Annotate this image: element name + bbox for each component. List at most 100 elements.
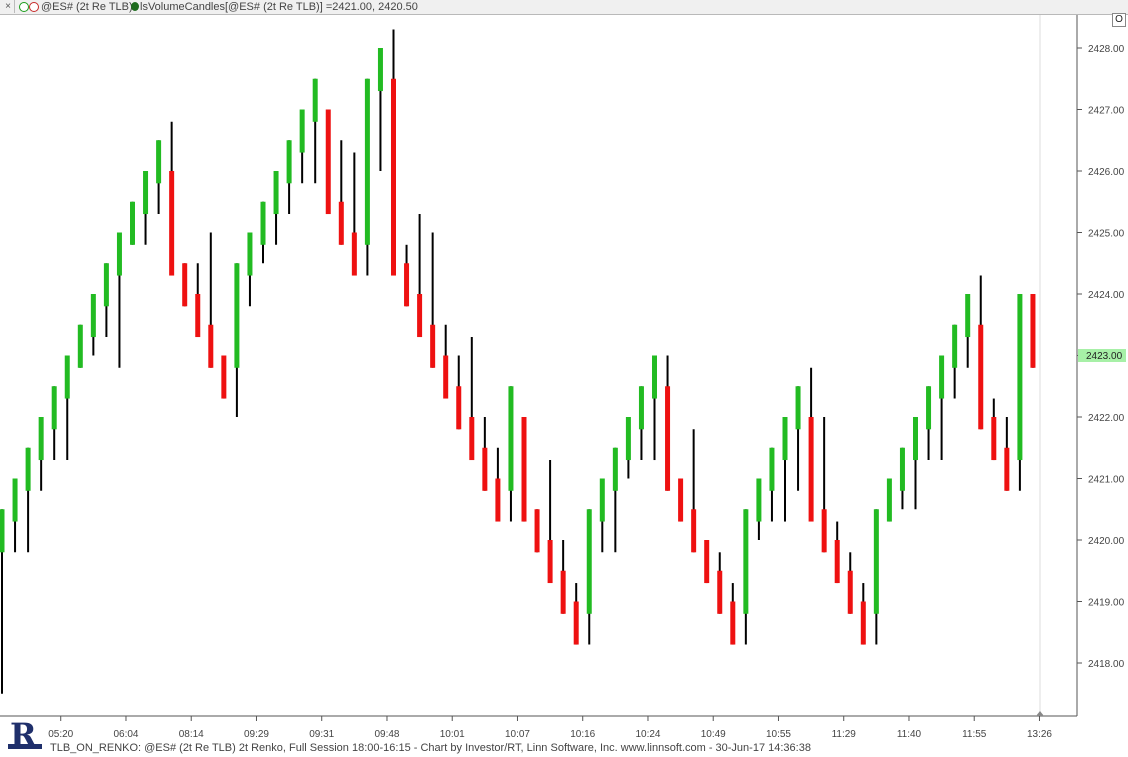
candle-bar (90, 294, 96, 356)
candle-bar (286, 140, 292, 215)
candle-body (691, 509, 697, 553)
candle-bar (534, 509, 540, 553)
candle-bar (730, 583, 736, 645)
candle-bar (1030, 294, 1036, 368)
candle-bar (364, 78, 370, 276)
candle-bar (195, 263, 201, 338)
candle-body (64, 355, 70, 399)
candle-body (351, 232, 357, 276)
investor-rt-logo-icon: R (8, 716, 42, 754)
y-tick-label: 2427.00 (1088, 106, 1125, 117)
candle-bar (130, 201, 135, 245)
candle-body (156, 140, 162, 184)
current-time-marker-icon (1036, 711, 1044, 716)
candle-bar (847, 552, 853, 614)
candle-body (704, 540, 710, 584)
candle-body (586, 509, 592, 614)
candle-bar (743, 509, 749, 645)
candle-bar (521, 417, 527, 522)
candle-bar (678, 478, 684, 522)
last-price-marker: 2423.00 (1078, 349, 1126, 362)
indicator-dot-icon (131, 2, 139, 11)
y-tick-label: 2422.00 (1088, 413, 1125, 424)
candle-bar (338, 140, 344, 245)
candle-bar (638, 386, 644, 461)
candle-body (560, 570, 566, 614)
candle-bar (834, 521, 840, 584)
chart-title-bar: × @ES# (2t Re TLB) lsVolumeCandles[@ES# … (0, 0, 1128, 15)
footer-caption: TLB_ON_RENKO: @ES# (2t Re TLB) 2t Renko,… (50, 742, 811, 754)
candle-body (730, 601, 736, 645)
candle-bar (404, 244, 410, 307)
candle-bar (0, 509, 5, 694)
candles-layer (0, 29, 1036, 694)
x-tick-label: 09:48 (374, 729, 399, 740)
candle-body (25, 447, 31, 491)
candle-body (991, 417, 997, 461)
candle-bar (965, 294, 971, 368)
y-tick-label: 2424.00 (1088, 290, 1125, 301)
series-label[interactable]: @ES# (2t Re TLB) (41, 0, 133, 14)
candle-body (821, 509, 827, 553)
candle-bar (547, 460, 553, 584)
candle-bar (351, 152, 357, 276)
candle-bar (312, 78, 318, 184)
candle-bar (482, 417, 488, 491)
candle-body (312, 78, 318, 122)
candle-bar (1017, 294, 1023, 491)
candle-body (978, 324, 984, 430)
x-tick-label: 10:01 (440, 729, 465, 740)
red-circle-icon[interactable] (29, 2, 39, 12)
time-axis[interactable]: 05:20 06:04 08:14 09:29 09:31 09:48 10:01 10:07… (48, 716, 1052, 740)
candle-bar (612, 447, 618, 553)
x-tick-label: 10:55 (766, 729, 791, 740)
candle-bar (260, 201, 266, 264)
candle-body (169, 171, 175, 276)
x-tick-label: 09:29 (244, 729, 269, 740)
candle-body (77, 324, 83, 368)
candle-bar (169, 121, 175, 276)
candle-bar (143, 171, 149, 245)
candle-bar (273, 171, 279, 245)
candle-bar (573, 583, 579, 645)
candle-body (469, 417, 475, 461)
x-tick-label: 11:29 (832, 729, 857, 740)
candle-body (965, 294, 971, 338)
candle-body (234, 263, 240, 368)
candle-bar (495, 447, 501, 522)
candle-bar (156, 140, 162, 215)
candle-bar (665, 355, 671, 491)
candle-body (652, 355, 657, 399)
close-icon[interactable]: × (2, 0, 15, 13)
y-tick-label: 2418.00 (1088, 659, 1125, 670)
candle-bar (208, 232, 214, 368)
candle-bar (939, 355, 945, 461)
y-tick-label: 2428.00 (1088, 44, 1125, 55)
candle-body (273, 171, 279, 215)
candle-body (391, 78, 396, 276)
y-tick-label: 2421.00 (1088, 475, 1125, 486)
candle-bar (795, 386, 801, 491)
candle-body (221, 355, 227, 399)
candle-bar (234, 263, 240, 417)
options-button[interactable]: O (1112, 13, 1126, 27)
candle-bar (64, 355, 70, 461)
indicator-label[interactable]: lsVolumeCandles[@ES# (2t Re TLB)] =2421.… (140, 0, 418, 14)
chart-canvas[interactable]: 2418.00 2419.00 2420.00 2421.00 2422.00 2423.… (0, 0, 1128, 757)
candle-bar (899, 447, 905, 510)
candle-body (90, 294, 96, 338)
y-tick-label: 2426.00 (1088, 167, 1125, 178)
candle-body (612, 447, 618, 491)
candle-body (769, 447, 775, 491)
candle-bar (769, 447, 775, 522)
candle-body (299, 109, 305, 153)
candle-body (495, 478, 501, 522)
candle-bar (560, 540, 566, 614)
candle-body (834, 540, 840, 584)
green-circle-icon[interactable] (19, 2, 29, 12)
candle-body (508, 386, 514, 491)
candle-bar (599, 478, 605, 553)
candle-body (38, 417, 44, 461)
candle-bar (991, 398, 997, 461)
candle-bar (430, 232, 436, 368)
